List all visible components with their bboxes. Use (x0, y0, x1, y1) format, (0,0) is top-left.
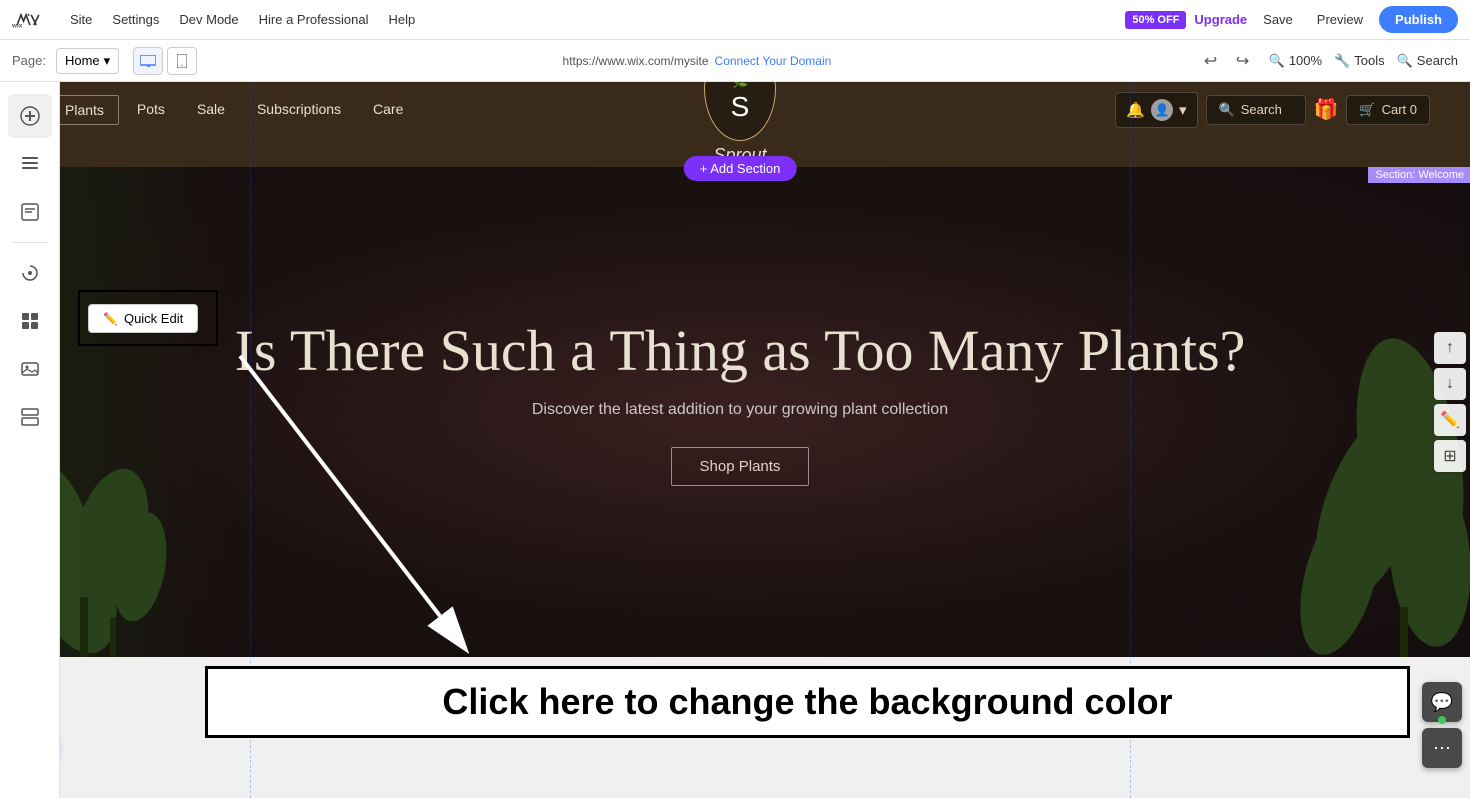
nav-care[interactable]: Care (359, 95, 417, 125)
view-icons (133, 47, 197, 75)
menu-settings[interactable]: Settings (102, 0, 169, 40)
wix-logo[interactable]: wix (12, 4, 44, 36)
desktop-view-button[interactable] (133, 47, 163, 75)
save-button[interactable]: Save (1255, 12, 1301, 27)
menu-devmode[interactable]: Dev Mode (169, 0, 248, 40)
url-bar: https://www.wix.com/mysite Connect Your … (207, 54, 1186, 68)
page-selector[interactable]: Home ▾ (56, 48, 119, 74)
search-icon: 🔍 (1219, 102, 1235, 118)
undo-button[interactable]: ↩ (1197, 47, 1225, 75)
cart-icon: 🛒 (1359, 102, 1375, 118)
menu-hire[interactable]: Hire a Professional (249, 0, 379, 40)
nav-right-icons: 🔔 👤 ▾ 🔍 Search 🎁 🛒 Cart 0 (1115, 92, 1430, 128)
notifications-icon-group[interactable]: 🔔 👤 ▾ (1115, 92, 1197, 128)
shop-plants-button[interactable]: Shop Plants (671, 447, 810, 486)
promo-badge: 50% OFF (1125, 11, 1186, 29)
quick-edit-button[interactable]: ✏️ Quick Edit (88, 304, 198, 333)
scroll-down-button[interactable]: ↓ (1434, 368, 1466, 400)
nav-subscriptions[interactable]: Subscriptions (243, 95, 355, 125)
second-bar-right: ↩ ↪ 🔍 100% 🔧 Tools 🔍 Search (1197, 47, 1458, 75)
layout-tool-button[interactable]: ⊞ (1434, 440, 1466, 472)
nav-search-bar[interactable]: 🔍 Search (1206, 95, 1306, 125)
left-sidebar (0, 82, 60, 798)
nav-sale[interactable]: Sale (183, 95, 239, 125)
tooltip-box: Click here to change the background colo… (205, 666, 1410, 738)
sidebar-pages-icon[interactable] (8, 142, 52, 186)
quick-edit-label: Quick Edit (124, 311, 183, 326)
pen-tool-button[interactable]: ✏️ (1434, 404, 1466, 436)
online-indicator (1438, 716, 1446, 724)
scroll-up-button[interactable]: ↑ (1434, 332, 1466, 364)
chat-button[interactable]: 💬 (1422, 682, 1462, 722)
sidebar-blog-icon[interactable] (8, 190, 52, 234)
page-label: Page: (12, 53, 46, 68)
search-icon: 🔍 (1397, 53, 1413, 69)
bell-icon: 🔔 (1126, 101, 1145, 119)
upgrade-button[interactable]: Upgrade (1194, 12, 1247, 27)
sidebar-media-icon[interactable] (8, 347, 52, 391)
edit-icon: ✏️ (103, 312, 118, 326)
top-menu-bar: wix Site Settings Dev Mode Hire a Profes… (0, 0, 1470, 40)
welcome-headline: Is There Such a Thing as Too Many Plants… (235, 318, 1246, 385)
sidebar-add-icon[interactable] (8, 94, 52, 138)
sidebar-themes-icon[interactable] (8, 251, 52, 295)
zoom-icon: 🔍 (1269, 53, 1285, 69)
tools-label: Tools (1354, 53, 1384, 68)
sidebar-divider-1 (12, 242, 48, 243)
top-right-actions: 50% OFF Upgrade Save Preview Publish (1125, 6, 1458, 33)
nav-search-label: Search (1241, 102, 1282, 117)
preview-button[interactable]: Preview (1309, 12, 1371, 27)
svg-text:wix: wix (12, 22, 23, 29)
chevron-down-icon: ▾ (1179, 101, 1187, 119)
sidebar-sections-icon[interactable] (8, 395, 52, 439)
canvas-wrapper: Header Get 15% off your first purchase S… (10, 6, 1470, 798)
tools-button[interactable]: 🔧 Tools (1334, 53, 1385, 69)
undo-redo: ↩ ↪ (1197, 47, 1257, 75)
search-label: Search (1417, 53, 1458, 68)
more-options-button[interactable]: ⋯ (1422, 728, 1462, 768)
user-avatar: 👤 (1151, 99, 1173, 121)
cart-label: Cart 0 (1382, 102, 1417, 117)
search-button[interactable]: 🔍 Search (1397, 53, 1458, 69)
welcome-section[interactable]: Is There Such a Thing as Too Many Plants… (10, 167, 1470, 657)
tools-icon: 🔧 (1334, 53, 1350, 69)
add-section-button[interactable]: + Add Section (684, 156, 797, 181)
menu-site[interactable]: Site (60, 0, 102, 40)
cart-button[interactable]: 🛒 Cart 0 (1346, 95, 1430, 125)
connect-domain-link[interactable]: Connect Your Domain (715, 54, 832, 68)
mobile-view-button[interactable] (167, 47, 197, 75)
gift-icon[interactable]: 🎁 (1314, 97, 1339, 122)
welcome-subtitle: Discover the latest addition to your gro… (235, 401, 1246, 419)
sidebar-apps-icon[interactable] (8, 299, 52, 343)
redo-button[interactable]: ↪ (1229, 47, 1257, 75)
zoom-value: 100% (1289, 53, 1322, 68)
menu-help[interactable]: Help (378, 0, 425, 40)
logo-initial: S (731, 91, 750, 123)
chevron-down-icon: ▾ (104, 53, 111, 69)
site-url: https://www.wix.com/mysite (563, 54, 709, 68)
page-name: Home (65, 53, 100, 68)
nav-pots[interactable]: Pots (123, 95, 179, 125)
publish-button[interactable]: Publish (1379, 6, 1458, 33)
bottom-right-tools: 💬 ⋯ (1422, 682, 1462, 768)
nav-plants[interactable]: Plants (50, 95, 119, 125)
welcome-content: Is There Such a Thing as Too Many Plants… (215, 278, 1266, 546)
zoom-level: 🔍 100% (1269, 53, 1322, 69)
tooltip-text: Click here to change the background colo… (442, 681, 1172, 723)
nav-links: Plants Pots Sale Subscriptions Care (50, 95, 417, 125)
second-toolbar: Page: Home ▾ https://www.wix.com/mysite … (0, 40, 1470, 82)
right-tools: ↑ ↓ ✏️ ⊞ (1430, 6, 1470, 798)
